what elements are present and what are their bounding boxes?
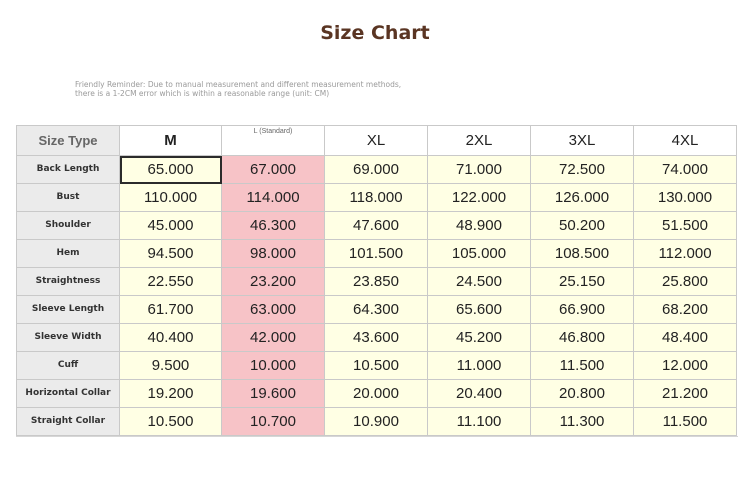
column-header-2xl: 2XL (427, 125, 531, 156)
table-row: Cuff 9.500 10.000 10.500 11.000 11.500 12.000 (16, 351, 737, 380)
table-cell[interactable]: 63.000 (221, 295, 325, 324)
table-cell[interactable]: 10.500 (119, 407, 222, 436)
table-row: Horizontal Collar 19.200 19.600 20.000 20.40… (16, 379, 737, 408)
table-cell[interactable]: 118.000 (324, 183, 428, 212)
table-cell[interactable]: 43.600 (324, 323, 428, 352)
table-cell[interactable]: 19.600 (221, 379, 325, 408)
row-label: Hem (16, 239, 120, 268)
table-cell[interactable]: 101.500 (324, 239, 428, 268)
table-cell[interactable]: 47.600 (324, 211, 428, 240)
row-label: Horizontal Collar (16, 379, 120, 408)
table-row: Back Length 65.000 67.000 69.000 71.000 72.50… (16, 155, 737, 184)
table-cell[interactable]: 11.100 (427, 407, 531, 436)
table-cell[interactable]: 11.300 (530, 407, 634, 436)
table-cell[interactable]: 114.000 (221, 183, 325, 212)
table-cell[interactable]: 25.800 (633, 267, 737, 296)
row-label: Bust (16, 183, 120, 212)
table-cell[interactable]: 66.900 (530, 295, 634, 324)
table-cell[interactable]: 68.200 (633, 295, 737, 324)
size-chart-table: Size Type M L (Standard) XL 2XL 3XL 4XL … (16, 125, 737, 436)
table-cell[interactable]: 23.200 (221, 267, 325, 296)
table-cell[interactable]: 72.500 (530, 155, 634, 184)
table-cell[interactable]: 10.700 (221, 407, 325, 436)
table-cell[interactable]: 23.850 (324, 267, 428, 296)
table-cell[interactable]: 51.500 (633, 211, 737, 240)
table-cell[interactable]: 65.000 (119, 155, 222, 184)
table-header-row: Size Type M L (Standard) XL 2XL 3XL 4XL (16, 125, 737, 156)
table-cell[interactable]: 12.000 (633, 351, 737, 380)
table-cell[interactable]: 10.900 (324, 407, 428, 436)
table-cell[interactable]: 45.000 (119, 211, 222, 240)
table-cell[interactable]: 67.000 (221, 155, 325, 184)
column-header-l: L (Standard) (221, 125, 325, 156)
row-label: Shoulder (16, 211, 120, 240)
table-cell[interactable]: 45.200 (427, 323, 531, 352)
row-label: Straightness (16, 267, 120, 296)
table-row: Straight Collar 10.500 10.700 10.900 11.100 1… (16, 407, 737, 436)
table-cell[interactable]: 71.000 (427, 155, 531, 184)
table-cell[interactable]: 112.000 (633, 239, 737, 268)
table-row: Straightness 22.550 23.200 23.850 24.500 25.1… (16, 267, 737, 296)
column-header-m: M (119, 125, 222, 156)
table-cell[interactable]: 126.000 (530, 183, 634, 212)
reminder-line-2: there is a 1-2CM error which is within a… (75, 88, 330, 98)
friendly-reminder: Friendly Reminder: Due to manual measure… (75, 80, 535, 98)
table-cell[interactable]: 11.000 (427, 351, 531, 380)
table-cell[interactable]: 25.150 (530, 267, 634, 296)
table-cell[interactable]: 105.000 (427, 239, 531, 268)
table-cell[interactable]: 19.200 (119, 379, 222, 408)
table-cell[interactable]: 11.500 (633, 407, 737, 436)
table-cell[interactable]: 9.500 (119, 351, 222, 380)
table-row: Hem 94.500 98.000 101.500 105.000 108.500 112.… (16, 239, 737, 268)
table-cell[interactable]: 46.300 (221, 211, 325, 240)
table-cell[interactable]: 20.400 (427, 379, 531, 408)
table-bottom-divider (16, 436, 738, 437)
table-cell[interactable]: 24.500 (427, 267, 531, 296)
column-header-xl: XL (324, 125, 428, 156)
table-cell[interactable]: 10.000 (221, 351, 325, 380)
column-header-3xl: 3XL (530, 125, 634, 156)
table-cell[interactable]: 40.400 (119, 323, 222, 352)
table-cell[interactable]: 98.000 (221, 239, 325, 268)
table-cell[interactable]: 50.200 (530, 211, 634, 240)
table-cell[interactable]: 20.800 (530, 379, 634, 408)
table-row: Sleeve Length 61.700 63.000 64.300 65.600 66.… (16, 295, 737, 324)
table-cell[interactable]: 11.500 (530, 351, 634, 380)
table-row: Sleeve Width 40.400 42.000 43.600 45.200 46.8… (16, 323, 737, 352)
table-cell[interactable]: 48.400 (633, 323, 737, 352)
table-cell[interactable]: 64.300 (324, 295, 428, 324)
table-cell[interactable]: 46.800 (530, 323, 634, 352)
row-label: Sleeve Length (16, 295, 120, 324)
table-cell[interactable]: 110.000 (119, 183, 222, 212)
table-cell[interactable]: 130.000 (633, 183, 737, 212)
table-cell[interactable]: 61.700 (119, 295, 222, 324)
page-title: Size Chart (320, 22, 430, 44)
table-cell[interactable]: 65.600 (427, 295, 531, 324)
row-label: Back Length (16, 155, 120, 184)
table-cell[interactable]: 10.500 (324, 351, 428, 380)
table-cell[interactable]: 94.500 (119, 239, 222, 268)
table-cell[interactable]: 22.550 (119, 267, 222, 296)
table-row: Bust 110.000 114.000 118.000 122.000 126.000 1… (16, 183, 737, 212)
column-header-4xl: 4XL (633, 125, 737, 156)
row-label: Cuff (16, 351, 120, 380)
table-cell[interactable]: 21.200 (633, 379, 737, 408)
table-cell[interactable]: 108.500 (530, 239, 634, 268)
table-cell[interactable]: 48.900 (427, 211, 531, 240)
table-row: Shoulder 45.000 46.300 47.600 48.900 50.200 51… (16, 211, 737, 240)
table-cell[interactable]: 42.000 (221, 323, 325, 352)
size-type-header: Size Type (16, 125, 120, 156)
table-cell[interactable]: 122.000 (427, 183, 531, 212)
row-label: Sleeve Width (16, 323, 120, 352)
table-cell[interactable]: 69.000 (324, 155, 428, 184)
table-cell[interactable]: 74.000 (633, 155, 737, 184)
table-cell[interactable]: 20.000 (324, 379, 428, 408)
row-label: Straight Collar (16, 407, 120, 436)
